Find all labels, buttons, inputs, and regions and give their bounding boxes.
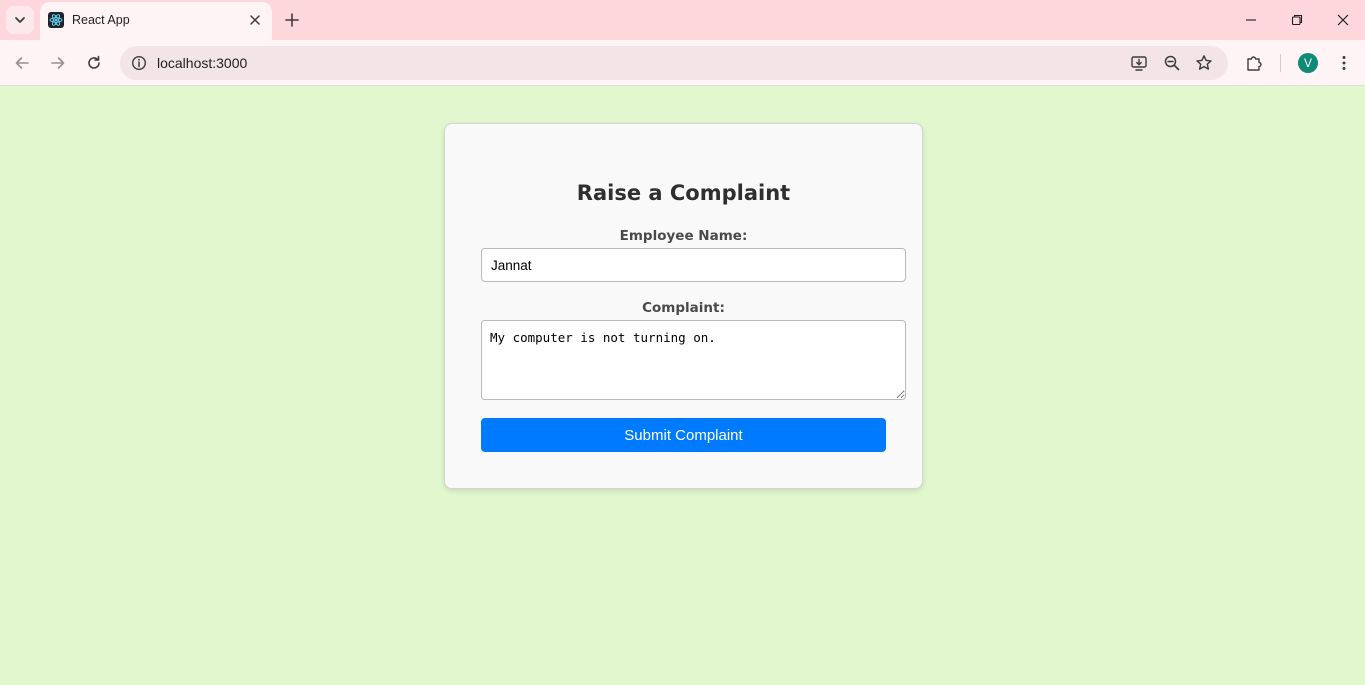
site-info-button[interactable]: [128, 52, 150, 74]
forward-button[interactable]: [47, 52, 69, 74]
arrow-left-icon: [15, 57, 29, 69]
complaint-textarea[interactable]: My computer is not turning on.: [481, 320, 906, 400]
react-logo-icon: [48, 12, 64, 28]
restore-button[interactable]: [1287, 10, 1307, 30]
tab-close-button[interactable]: [246, 11, 264, 29]
form-title: Raise a Complaint: [576, 181, 791, 205]
submit-complaint-button[interactable]: Submit Complaint: [481, 418, 886, 452]
kebab-menu-icon: [1342, 56, 1346, 70]
complaint-form-card: Raise a Complaint Employee Name: Complai…: [444, 123, 923, 489]
close-icon: [250, 15, 260, 25]
close-icon: [1337, 14, 1349, 26]
reload-icon: [88, 55, 100, 69]
bookmark-star-icon: [1196, 55, 1212, 70]
employee-name-label: Employee Name:: [619, 228, 748, 244]
complaint-label: Complaint:: [642, 300, 725, 316]
minimize-button[interactable]: [1241, 10, 1261, 30]
extensions-button[interactable]: [1243, 52, 1265, 74]
profile-avatar[interactable]: V: [1298, 53, 1318, 73]
chevron-down-icon: [15, 17, 25, 23]
extensions-puzzle-icon: [1247, 56, 1262, 71]
tab-title: React App: [72, 13, 130, 27]
url-text[interactable]: localhost:3000: [157, 55, 247, 71]
window-close-button[interactable]: [1333, 10, 1353, 30]
install-app-button[interactable]: [1128, 52, 1150, 74]
install-app-icon: [1131, 56, 1147, 71]
reload-button[interactable]: [83, 52, 105, 74]
arrow-right-icon: [51, 57, 65, 69]
browser-tab-active[interactable]: React App: [40, 2, 272, 40]
zoom-button[interactable]: [1161, 52, 1183, 74]
bookmark-button[interactable]: [1193, 52, 1215, 74]
minimize-icon: [1246, 19, 1256, 21]
back-button[interactable]: [11, 52, 33, 74]
restore-icon: [1291, 14, 1303, 26]
browser-toolbar: localhost:3000 V: [0, 40, 1365, 86]
new-tab-button[interactable]: [282, 10, 302, 30]
address-bar[interactable]: localhost:3000: [120, 46, 1228, 80]
plus-icon: [285, 13, 299, 27]
zoom-out-icon: [1164, 55, 1180, 71]
tab-search-button[interactable]: [6, 6, 34, 34]
employee-name-input[interactable]: [481, 248, 906, 282]
toolbar-divider: [1280, 54, 1281, 72]
browser-titlebar: React App: [0, 0, 1365, 40]
browser-menu-button[interactable]: [1333, 52, 1355, 74]
info-icon: [131, 55, 147, 71]
